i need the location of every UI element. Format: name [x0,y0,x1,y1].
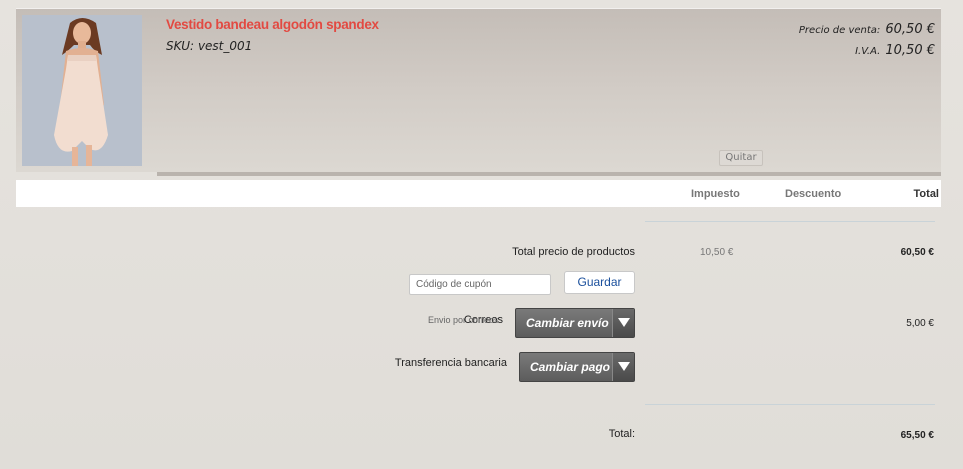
sale-price: Precio de venta: 60,50 € [799,18,935,37]
product-thumbnail[interactable] [22,15,142,166]
tax-price-label: I.V.A. [855,46,881,57]
divider [645,221,935,222]
change-payment-dropdown[interactable]: Cambiar pago [519,352,635,382]
grand-total-value: 65,50 € [900,430,934,441]
chevron-down-icon[interactable] [612,309,634,337]
sku-value: vest_001 [197,39,253,53]
shipping-method-description: Envio por correos [428,315,499,325]
product-name-link[interactable]: Vestido bandeau algodón spandex [166,17,379,32]
change-shipping-dropdown[interactable]: Cambiar envío [515,308,635,338]
payment-method-label: Transferencia bancaria [394,357,507,369]
cart-product-row: Vestido bandeau algodón spandex SKU: ves… [16,8,941,176]
save-coupon-button[interactable]: Guardar [564,271,635,294]
sale-price-label: Precio de venta: [798,25,881,36]
totals-header: Impuesto Descuento Total [16,180,941,207]
product-sku: SKU: vest_001 [166,39,252,53]
cart-page: Vestido bandeau algodón spandex SKU: ves… [0,0,963,469]
column-total: Total [913,188,939,200]
products-total-label: Total precio de productos [512,246,635,258]
change-payment-label: Cambiar pago [530,360,611,374]
remove-item-button[interactable]: Quitar [719,150,763,166]
tax-price: I.V.A. 10,50 € [855,39,935,58]
products-total-value: 60,50 € [900,247,934,258]
sale-price-value: 60,50 € [885,22,935,37]
dress-photo-icon [22,15,142,166]
tax-price-value: 10,50 € [885,43,935,58]
column-discount: Descuento [785,188,842,200]
sku-label: SKU: [166,39,195,53]
grand-total-label: Total: [608,428,635,440]
chevron-down-icon[interactable] [612,353,634,381]
change-shipping-label: Cambiar envío [526,316,609,330]
column-tax: Impuesto [691,188,740,200]
divider [645,404,935,405]
coupon-input[interactable] [409,274,551,295]
shipping-total-value: 5,00 € [906,318,934,329]
products-tax-value: 10,50 € [700,247,734,258]
